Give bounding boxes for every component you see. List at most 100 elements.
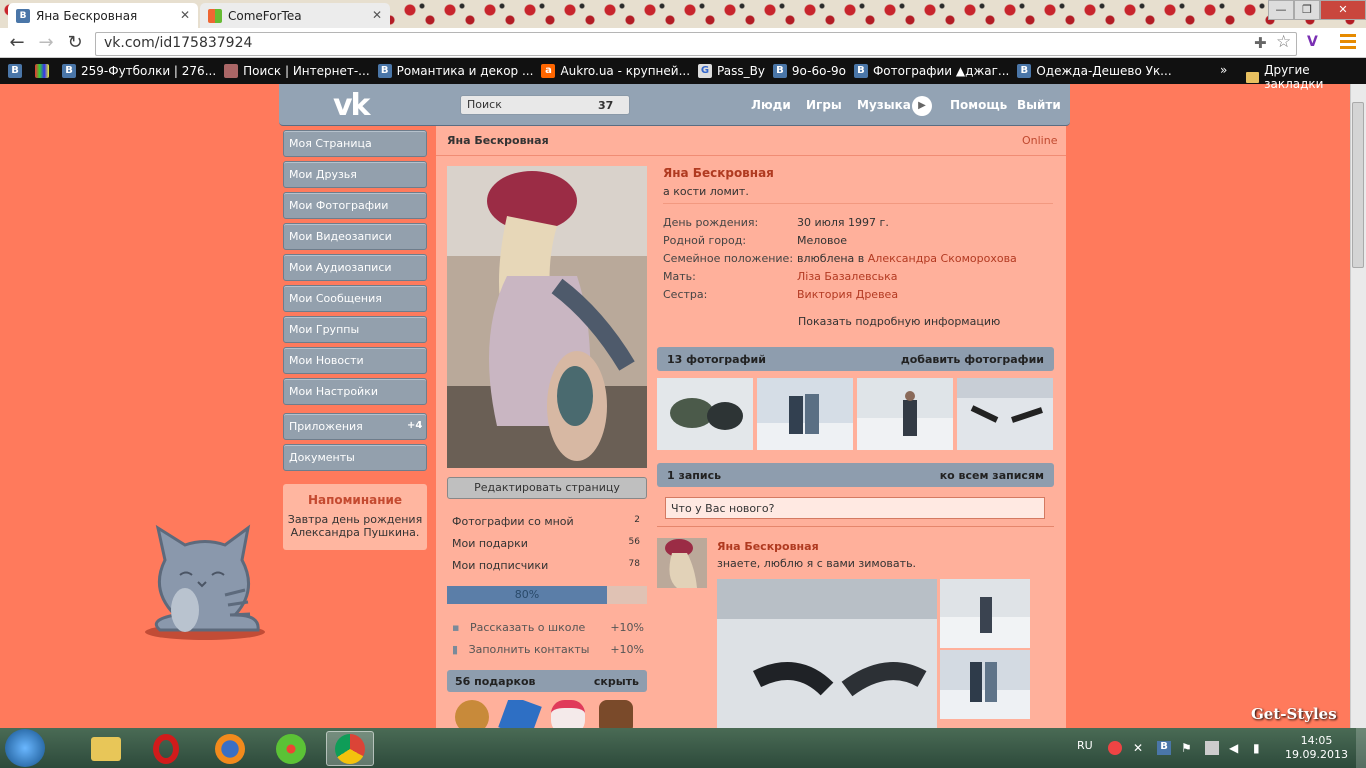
nav-help[interactable]: Помощь xyxy=(950,98,1007,112)
nav-people[interactable]: Люди xyxy=(751,98,791,112)
menu-settings[interactable]: Мои Настройки xyxy=(283,378,427,405)
task-contacts[interactable]: ▮ Заполнить контакты +10% xyxy=(452,643,644,656)
window-close-button[interactable]: ✕ xyxy=(1320,0,1366,20)
menu-groups[interactable]: Мои Группы xyxy=(283,316,427,343)
stat-my-followers[interactable]: Мои подписчики 78 xyxy=(452,559,640,572)
nav-logout[interactable]: Выйти xyxy=(1017,98,1061,112)
explorer-icon[interactable] xyxy=(82,731,130,766)
task-school[interactable]: ▪ Рассказать о школе +10% xyxy=(452,621,644,634)
bookmark-item[interactable]: B Романтика и декор ... xyxy=(377,64,533,78)
profile-photo[interactable] xyxy=(447,166,647,468)
post-photo[interactable] xyxy=(717,579,937,728)
all-posts-link[interactable]: ко всем записям xyxy=(940,469,1044,482)
photos-bar[interactable]: 13 фотографий добавить фотографии xyxy=(657,347,1054,371)
menu-messages[interactable]: Мои Сообщения xyxy=(283,285,427,312)
play-icon[interactable]: ▶ xyxy=(912,96,932,116)
network-icon[interactable]: ▮ xyxy=(1253,741,1267,755)
menu-documents[interactable]: Документы xyxy=(283,444,427,471)
extension-puzzle-icon[interactable]: ✚ xyxy=(1254,34,1267,52)
back-icon[interactable]: ← xyxy=(6,33,28,55)
show-more-info-link[interactable]: Показать подробную информацию xyxy=(798,315,1000,328)
profile-name: Яна Бескровная xyxy=(663,166,774,180)
clock[interactable]: 14:05 19.09.2013 xyxy=(1285,734,1348,762)
tray-network-off-icon[interactable]: ✕ xyxy=(1133,741,1147,755)
menu-videos[interactable]: Мои Видеозаписи xyxy=(283,223,427,250)
vk-bookmark-icon[interactable]: B xyxy=(8,64,27,78)
show-desktop-button[interactable] xyxy=(1356,728,1366,768)
bookmark-item[interactable]: B Одежда-Дешево Ук... xyxy=(1017,64,1172,78)
close-icon[interactable]: ✕ xyxy=(372,8,382,22)
bookmark-item[interactable]: Поиск | Интернет-... xyxy=(224,64,370,78)
stat-photos-with-me[interactable]: Фотографии со мной 2 xyxy=(452,515,640,528)
tab-inactive[interactable]: ComeForTea ✕ xyxy=(200,3,390,28)
vpn-extension-icon[interactable]: V xyxy=(1307,34,1318,50)
menu-news[interactable]: Мои Новости xyxy=(283,347,427,374)
nav-music[interactable]: Музыка xyxy=(857,98,911,112)
menu-icon[interactable] xyxy=(1340,34,1356,50)
tray-vk-icon[interactable]: B xyxy=(1157,741,1171,755)
photo-thumb[interactable] xyxy=(757,378,853,450)
apps-grid-icon[interactable] xyxy=(35,64,54,78)
tray-app-icon[interactable] xyxy=(1108,741,1122,755)
gift-icon[interactable] xyxy=(498,700,542,728)
firefox-icon[interactable] xyxy=(206,731,254,766)
bookmark-item[interactable]: B 9o-6o-9o xyxy=(772,64,846,78)
flag-icon[interactable]: ⚑ xyxy=(1181,741,1195,755)
icq-icon[interactable] xyxy=(267,731,315,766)
photo-thumb[interactable] xyxy=(657,378,753,450)
divider xyxy=(663,203,1053,204)
menu-photos[interactable]: Мои Фотографии xyxy=(283,192,427,219)
info-label: Сестра: xyxy=(663,288,708,301)
close-icon[interactable]: ✕ xyxy=(180,8,190,22)
tab-active[interactable]: B Яна Бескровная ✕ xyxy=(8,3,198,28)
start-button[interactable] xyxy=(5,729,45,767)
post-photo-small[interactable] xyxy=(940,650,1030,719)
forward-icon[interactable]: → xyxy=(35,33,57,55)
post-author-avatar[interactable] xyxy=(657,538,707,588)
menu-friends[interactable]: Мои Друзья xyxy=(283,161,427,188)
menu-audio[interactable]: Мои Аудиозаписи xyxy=(283,254,427,281)
volume-icon[interactable]: ◀ xyxy=(1229,741,1243,755)
reload-icon[interactable]: ↻ xyxy=(64,33,86,55)
profile-status[interactable]: а кости ломит. xyxy=(663,185,749,198)
sister-link[interactable]: Виктория Древеа xyxy=(797,288,898,301)
tray-device-icon[interactable] xyxy=(1205,741,1219,755)
add-photos-link[interactable]: добавить фотографии xyxy=(901,353,1044,366)
maximize-button[interactable]: ❐ xyxy=(1294,0,1320,20)
other-bookmarks[interactable]: Другие закладки xyxy=(1246,63,1366,91)
language-indicator[interactable]: RU xyxy=(1077,739,1093,752)
bookmarks-chevron[interactable]: » xyxy=(1220,63,1227,77)
bookmark-item[interactable]: B Фотографии ▲джаг... xyxy=(853,64,1009,78)
new-post-input[interactable]: Что у Вас нового? xyxy=(665,497,1045,519)
mother-link[interactable]: Ліза Базалевська xyxy=(797,270,898,283)
post-photo-small[interactable] xyxy=(940,579,1030,648)
reminder-text-1: Завтра день рождения xyxy=(287,513,423,526)
bookmark-item[interactable]: B 259-Футболки | 276... xyxy=(62,64,216,78)
gift-icon[interactable] xyxy=(455,700,489,728)
vk-logo[interactable]: vk xyxy=(333,88,370,123)
relationship-link[interactable]: Александра Скоморохова xyxy=(868,252,1017,265)
stat-my-gifts[interactable]: Мои подарки 56 xyxy=(452,537,640,550)
chrome-icon[interactable] xyxy=(326,731,374,766)
photo-thumb[interactable] xyxy=(957,378,1053,450)
post-author[interactable]: Яна Бескровная xyxy=(717,540,819,553)
bookmark-item[interactable]: a Aukro.ua - крупней... xyxy=(541,64,690,78)
edit-page-button[interactable]: Редактировать страницу xyxy=(447,477,647,499)
info-label: Родной город: xyxy=(663,234,747,247)
scrollbar-thumb[interactable] xyxy=(1352,102,1364,268)
menu-my-page[interactable]: Моя Страница xyxy=(283,130,427,157)
nav-games[interactable]: Игры xyxy=(806,98,842,112)
gift-icon[interactable] xyxy=(551,700,585,728)
opera-icon[interactable] xyxy=(142,731,190,766)
star-icon[interactable]: ☆ xyxy=(1276,32,1291,52)
hide-gifts-link[interactable]: скрыть xyxy=(594,675,639,688)
gifts-bar[interactable]: 56 подарков скрыть xyxy=(447,670,647,692)
wall-bar[interactable]: 1 запись ко всем записям xyxy=(657,463,1054,487)
photo-thumb[interactable] xyxy=(857,378,953,450)
menu-apps[interactable]: Приложения xyxy=(283,413,427,440)
address-bar[interactable]: vk.com/id175837924 xyxy=(95,32,1297,56)
info-label: День рождения: xyxy=(663,216,759,229)
bookmark-item[interactable]: G Pass_By xyxy=(698,64,765,78)
gift-icon[interactable] xyxy=(599,700,633,728)
minimize-button[interactable]: — xyxy=(1268,0,1294,20)
